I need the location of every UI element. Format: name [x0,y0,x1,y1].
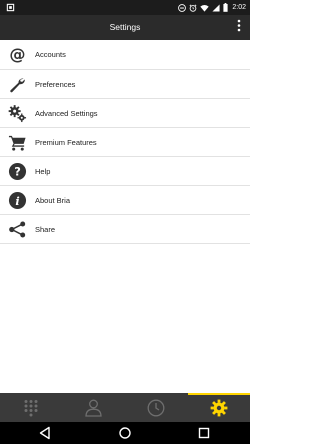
bottom-nav [0,393,250,422]
menu-item-about-bria[interactable]: i About Bria [0,186,250,215]
menu-item-label: Help [35,166,51,176]
svg-text:@: @ [9,45,25,63]
share-icon [8,220,27,239]
android-notification-icon [6,3,15,12]
battery-icon [223,3,228,12]
menu-item-label: Accounts [35,50,66,59]
menu-item-label: Share [35,224,56,234]
dnd-icon [178,3,187,12]
status-time: 2:02 [232,4,246,11]
tab-settings[interactable] [187,393,251,422]
menu-item-accounts[interactable]: @ Accounts [0,40,250,70]
menu-item-help[interactable]: ? Help [0,157,250,186]
tab-dialpad[interactable] [0,393,63,422]
menu-item-share[interactable]: Share [0,215,250,244]
menu-item-premium-features[interactable]: Premium Features [0,128,250,157]
cell-signal-icon [212,3,220,12]
gears-icon [8,104,27,123]
menu-item-preferences[interactable]: Preferences [0,70,250,99]
cart-icon [8,133,27,152]
menu-item-label: Advanced Settings [35,108,98,118]
home-icon[interactable] [117,425,133,441]
svg-text:i: i [15,194,19,208]
status-icons: 2:02 [178,2,246,13]
history-icon [147,399,165,417]
info-icon: i [8,191,27,210]
settings-menu: @ Accounts Preferences Advanced Settings… [0,40,250,244]
settings-gear-icon [210,399,228,417]
help-icon: ? [8,162,27,181]
contacts-icon [85,399,102,417]
dialpad-icon [23,399,39,417]
recents-icon[interactable] [196,425,212,441]
at-sign-icon: @ [8,45,27,64]
wifi-icon [200,4,210,12]
tab-contacts[interactable] [63,393,126,422]
page-title: Settings [109,22,141,32]
alarm-icon [189,3,197,12]
menu-item-label: Premium Features [35,137,97,147]
menu-item-advanced-settings[interactable]: Advanced Settings [0,99,250,128]
app-bar: Settings [0,15,250,40]
status-bar: 2:02 [0,0,250,15]
menu-item-label: Preferences [35,79,76,89]
svg-text:?: ? [14,165,21,179]
menu-item-label: About Bria [35,195,71,205]
back-icon[interactable] [37,425,53,441]
system-nav-bar [0,422,250,444]
tab-history[interactable] [125,393,188,422]
wrench-icon [8,75,27,94]
more-vert-icon[interactable] [232,19,246,36]
